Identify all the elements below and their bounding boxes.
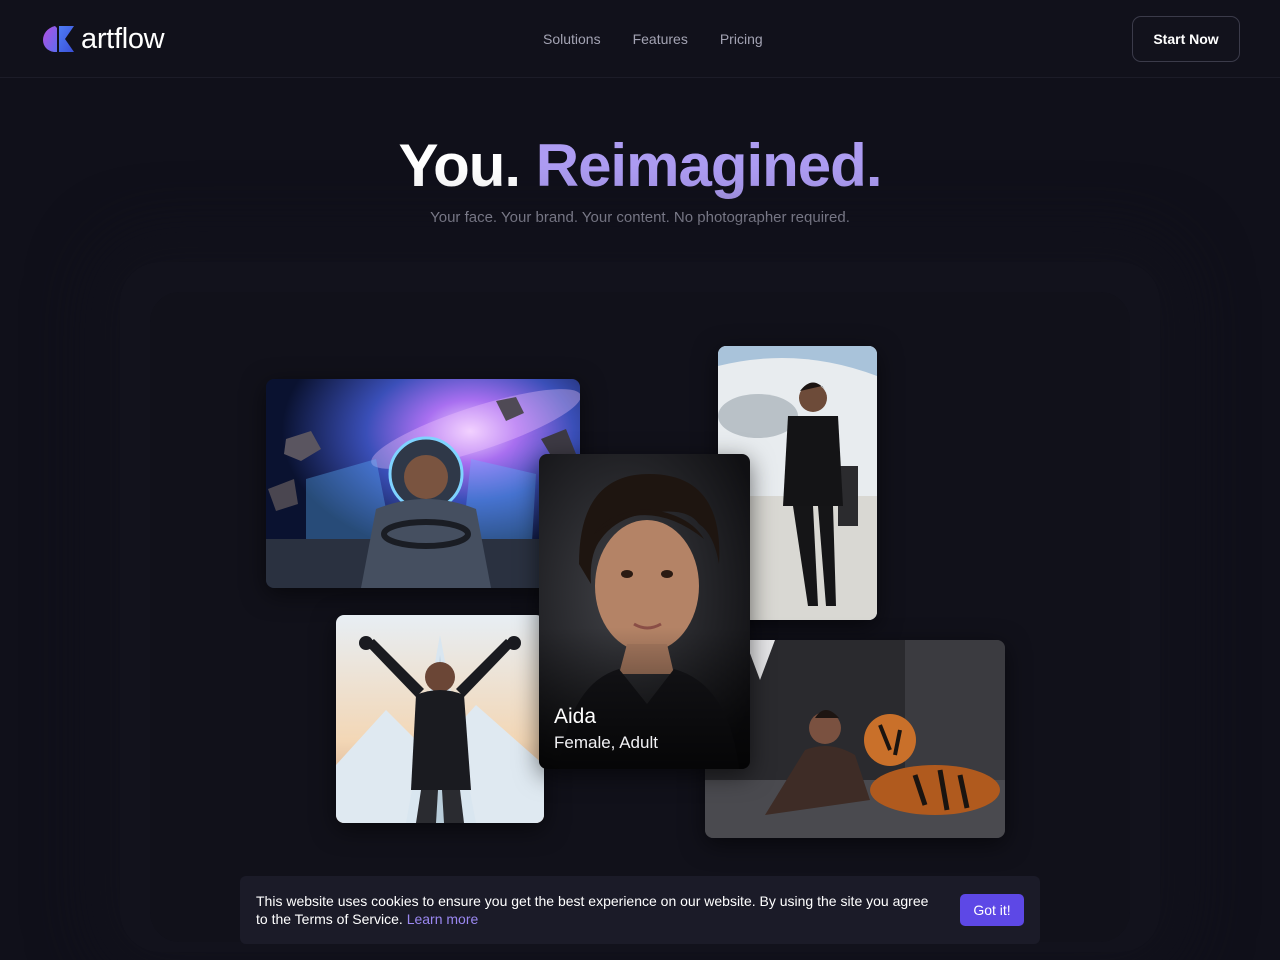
hero-title-accent: Reimagined. [535, 132, 883, 199]
mountain-summit-image [336, 615, 544, 823]
portrait-card[interactable]: Aida Female, Adult [539, 454, 750, 769]
brand-name: artflow [81, 23, 165, 55]
cookie-message-text: This website uses cookies to ensure you … [256, 893, 929, 927]
nav-link-pricing[interactable]: Pricing [720, 30, 763, 48]
nav-link-solutions[interactable]: Solutions [543, 30, 601, 48]
cookie-message: This website uses cookies to ensure you … [256, 892, 936, 928]
got-it-button[interactable]: Got it! [960, 894, 1024, 926]
hero-subtitle: Your face. Your brand. Your content. No … [430, 209, 850, 226]
learn-more-link[interactable]: Learn more [407, 911, 479, 927]
brand-logo[interactable]: artflow [42, 23, 165, 55]
space-pilot-image [266, 379, 580, 588]
portrait-description: Female, Adult [554, 733, 658, 752]
cookie-banner: This website uses cookies to ensure you … [240, 876, 1040, 944]
nav-link-features[interactable]: Features [633, 30, 688, 48]
start-now-button[interactable]: Start Now [1132, 16, 1240, 62]
top-navbar: artflow Solutions Features Pricing Start… [0, 0, 1280, 78]
portrait-name: Aida [554, 705, 597, 728]
artflow-logo-icon [43, 26, 74, 52]
tiger-studio-image [705, 640, 1005, 838]
main-nav: Solutions Features Pricing [543, 30, 795, 48]
hero-title: You. Reimagined. [0, 130, 1280, 202]
hero-title-plain: You. [398, 132, 522, 199]
